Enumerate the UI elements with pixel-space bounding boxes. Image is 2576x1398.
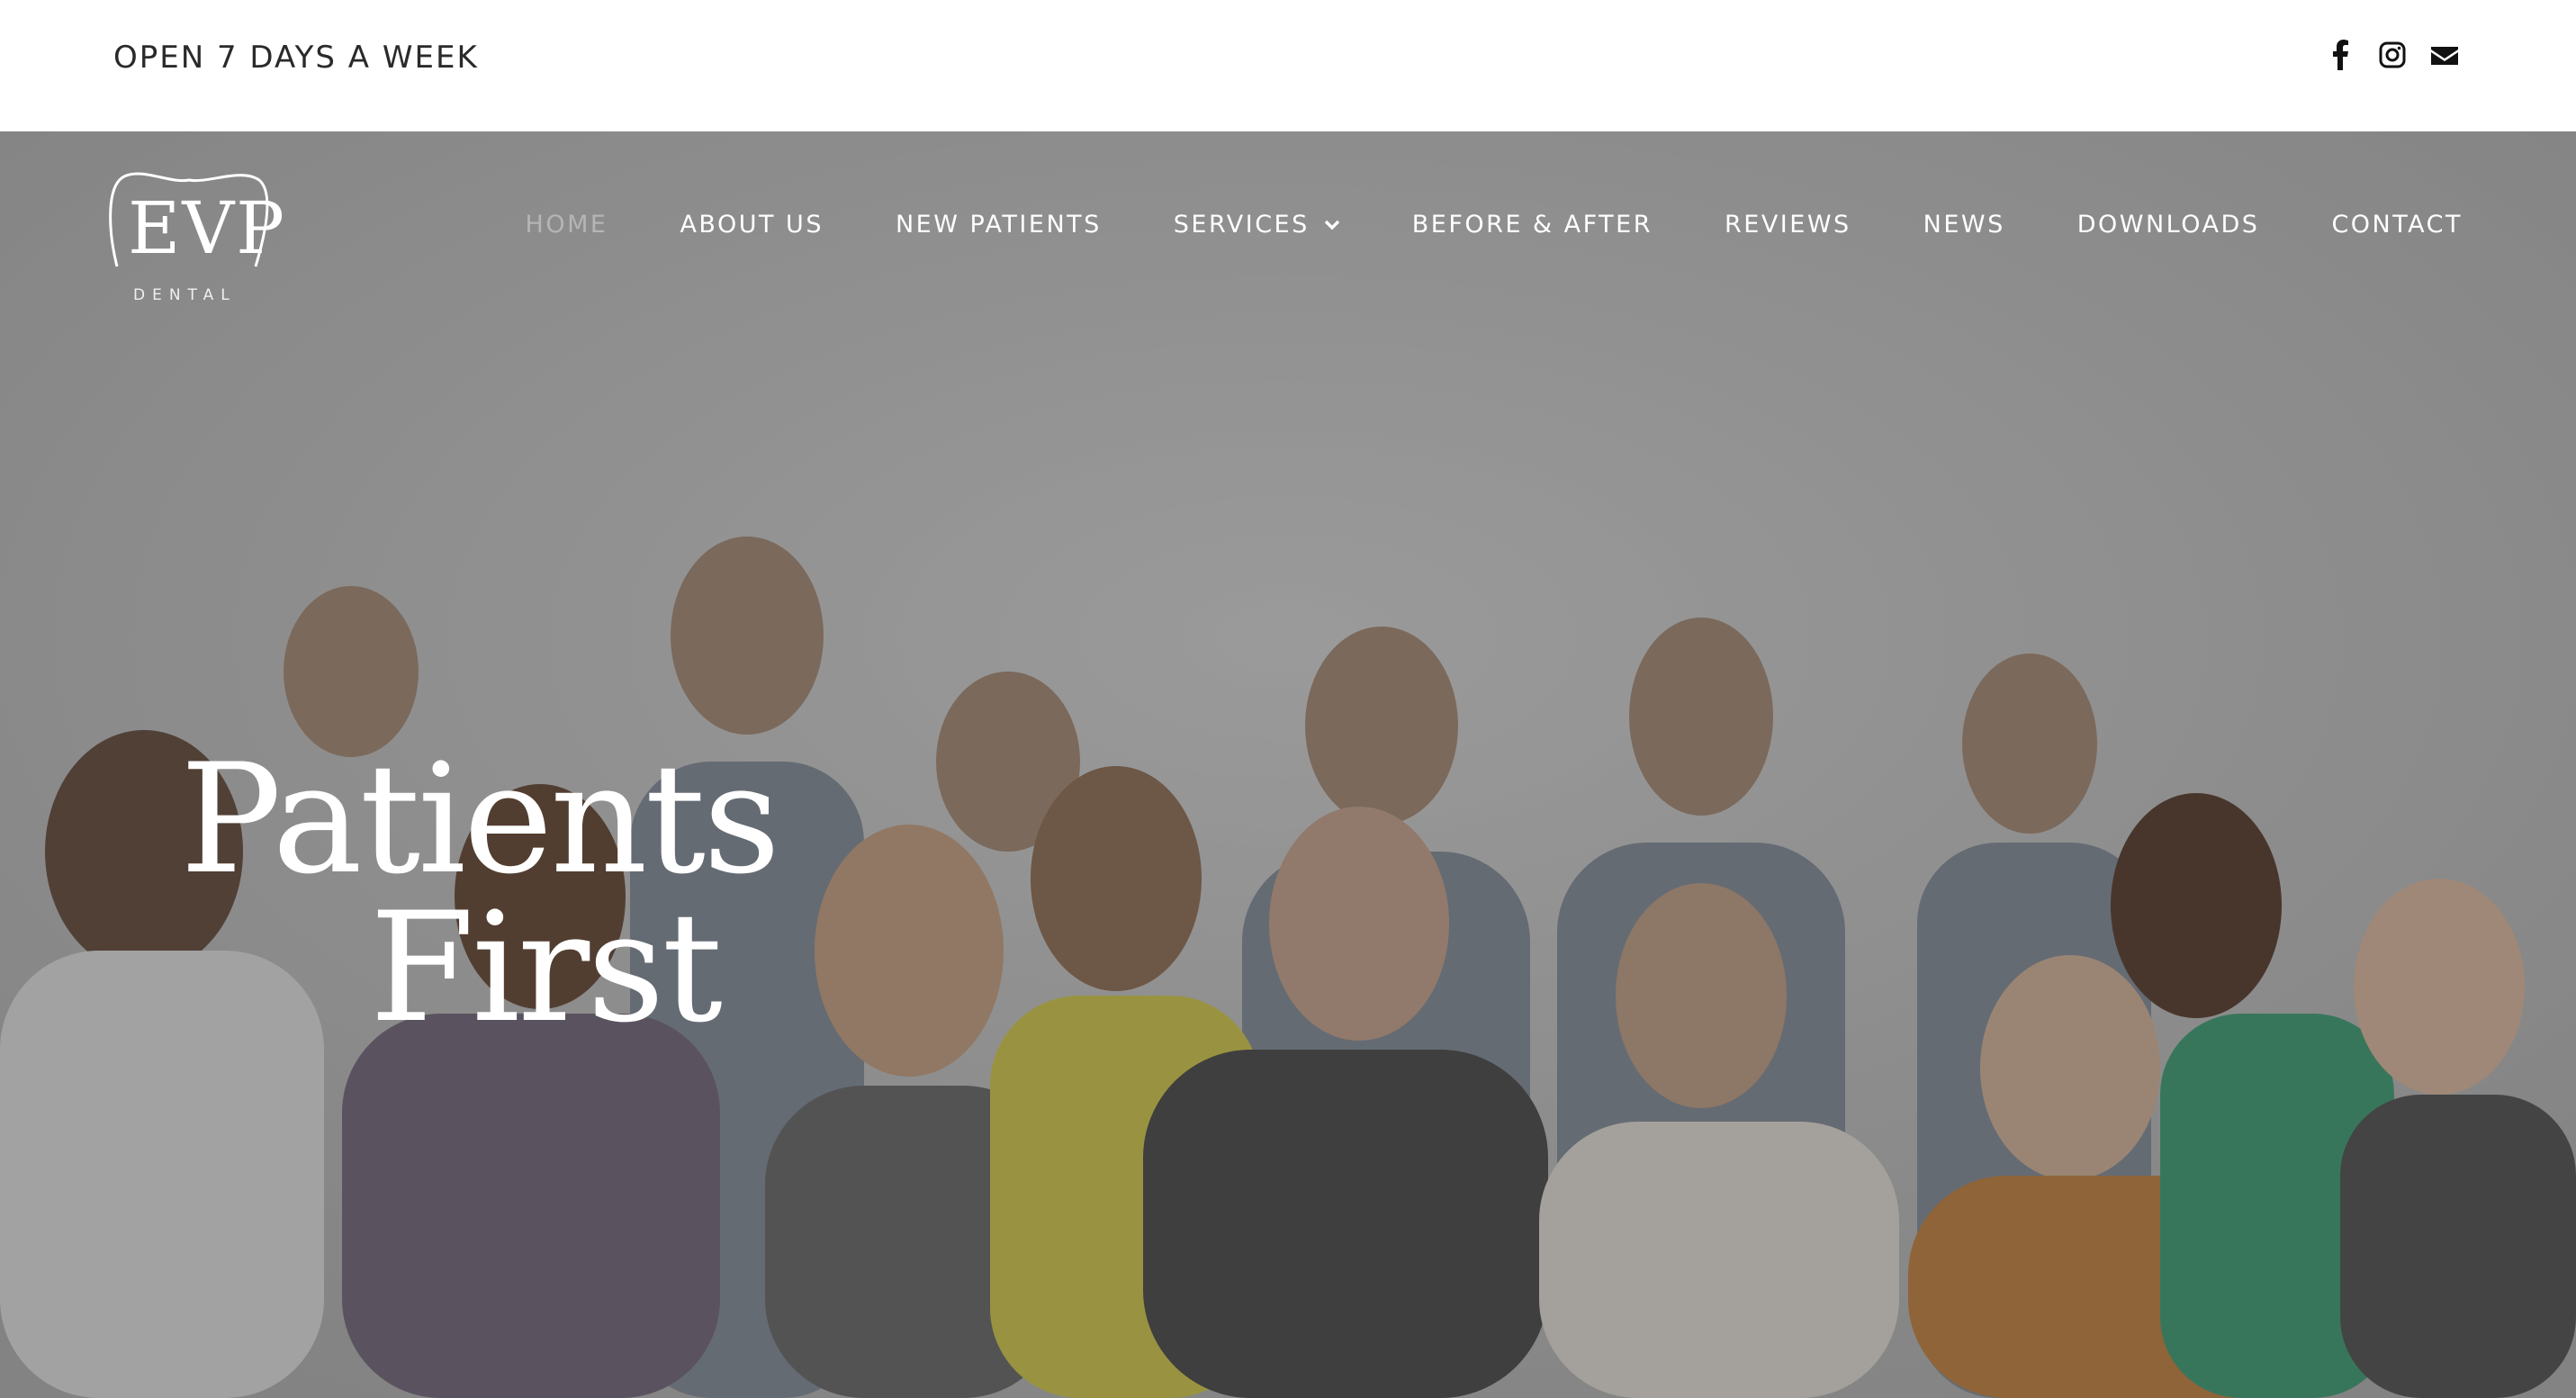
top-bar: OPEN 7 DAYS A WEEK bbox=[0, 0, 2576, 131]
social-links bbox=[2326, 40, 2459, 70]
main-navigation: HOME ABOUT US NEW PATIENTS SERVICES BEFO… bbox=[526, 211, 2463, 239]
logo-subtitle: DENTAL bbox=[133, 286, 237, 304]
nav-reviews[interactable]: REVIEWS bbox=[1725, 211, 1851, 239]
nav-contact[interactable]: CONTACT bbox=[2331, 211, 2463, 239]
nav-about-us[interactable]: ABOUT US bbox=[680, 211, 824, 239]
hero-headline: Patients First bbox=[180, 731, 780, 1056]
opening-hours-text: OPEN 7 DAYS A WEEK bbox=[113, 40, 479, 76]
nav-home[interactable]: HOME bbox=[526, 211, 608, 239]
nav-services[interactable]: SERVICES bbox=[1174, 211, 1340, 239]
instagram-icon[interactable] bbox=[2378, 40, 2407, 70]
logo-wordmark: EVP bbox=[128, 186, 286, 270]
hero-section: EVP DENTAL HOME ABOUT US NEW PATIENTS SE… bbox=[0, 131, 2576, 1398]
email-icon[interactable] bbox=[2430, 40, 2459, 70]
nav-downloads[interactable]: DOWNLOADS bbox=[2077, 211, 2260, 239]
nav-news[interactable]: NEWS bbox=[1923, 211, 2005, 239]
nav-new-patients[interactable]: NEW PATIENTS bbox=[896, 211, 1102, 239]
nav-before-after[interactable]: BEFORE & AFTER bbox=[1412, 211, 1653, 239]
hero-headline-line-2: First bbox=[369, 879, 723, 1056]
facebook-icon[interactable] bbox=[2326, 40, 2355, 70]
evp-dental-logo[interactable]: EVP DENTAL bbox=[101, 167, 284, 311]
hero-headline-line-1: Patients bbox=[180, 731, 780, 907]
chevron-down-icon bbox=[1324, 220, 1339, 230]
nav-services-label: SERVICES bbox=[1173, 211, 1310, 239]
